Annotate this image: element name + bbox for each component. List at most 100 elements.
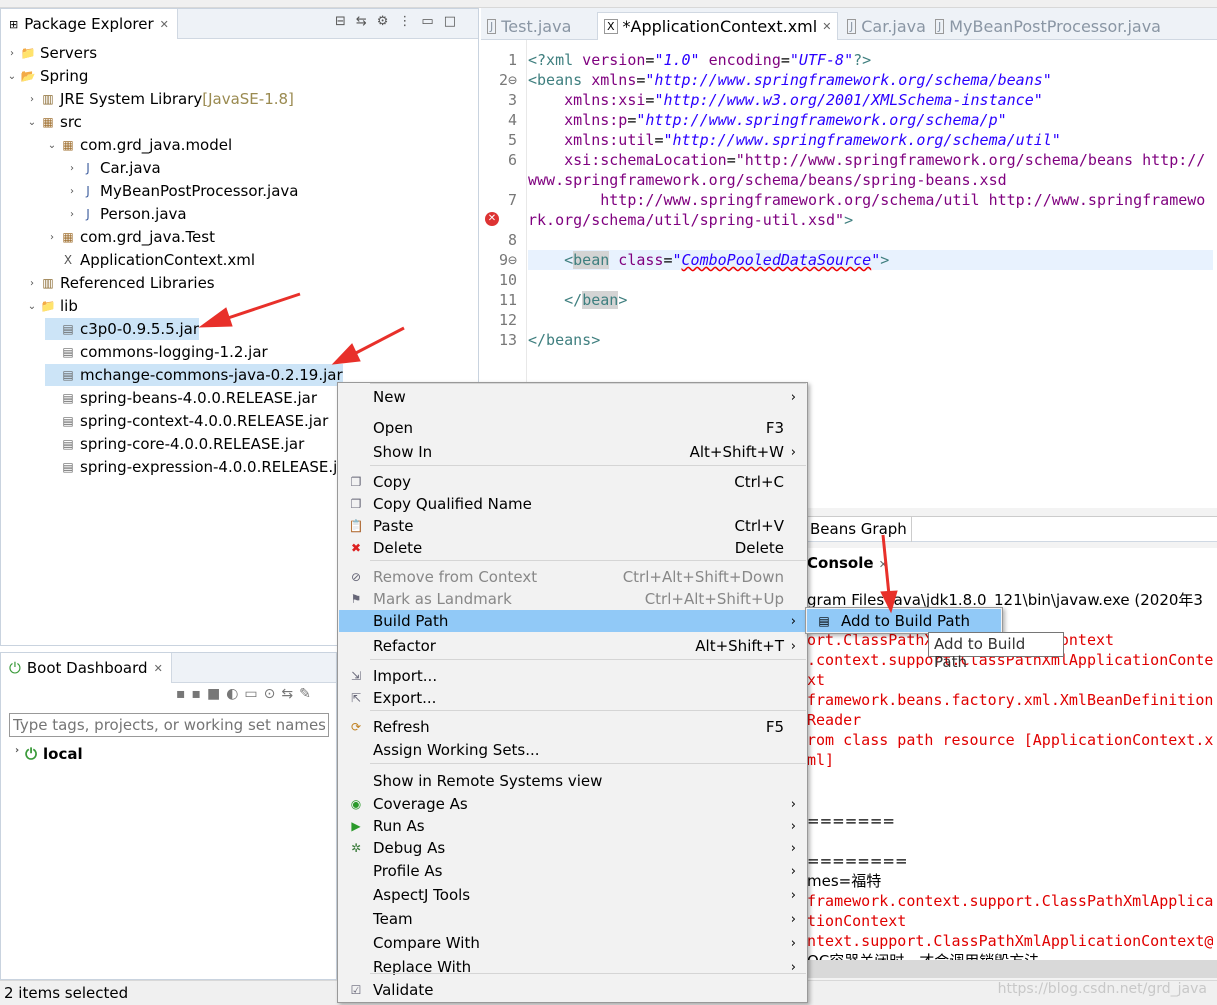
tree-item[interactable]: ▤ spring-beans-4.0.0.RELEASE.jar: [45, 387, 317, 409]
tree-item[interactable]: ⌄ 📂 Spring: [5, 65, 89, 87]
menu-item-show-in[interactable]: Show In Alt+Shift+W ›: [339, 441, 806, 463]
chevron-right-icon[interactable]: ›: [65, 209, 79, 220]
menu-item-copy[interactable]: ❐ Copy Ctrl+C: [339, 471, 806, 493]
paste-icon: 📋: [348, 519, 364, 533]
copy-icon: ❐: [350, 475, 362, 489]
package-icon: ▦: [62, 138, 74, 152]
package-icon: ▦: [62, 230, 74, 244]
tree-item[interactable]: › ▥ Referenced Libraries: [25, 272, 215, 294]
chevron-down-icon[interactable]: ⌄: [25, 117, 39, 128]
chevron-down-icon[interactable]: ⌄: [45, 140, 59, 151]
tab-console[interactable]: Console ✕: [807, 554, 888, 572]
tree-item[interactable]: › ▥ JRE System Library [JavaSE-1.8]: [25, 88, 294, 110]
tree-item[interactable]: ▤ spring-expression-4.0.0.RELEASE.jar: [45, 456, 352, 478]
chevron-right-icon[interactable]: ›: [65, 186, 79, 197]
tree-item[interactable]: › ▦ com.grd_java.Test: [45, 226, 215, 248]
view-toolbar-icons[interactable]: ⊟⇆⚙⋮▭□: [335, 14, 466, 29]
line-number: 12: [498, 311, 517, 329]
filter-input[interactable]: [9, 713, 329, 737]
menu-item-refresh[interactable]: ⟳ Refresh F5: [339, 716, 806, 738]
menu-item-coverage-as[interactable]: ◉ Coverage As ›: [339, 793, 806, 815]
xml-file-icon: X: [604, 19, 618, 34]
code-row: 11 </bean>: [481, 290, 1217, 310]
shortcut: Ctrl+V: [734, 517, 784, 535]
tree-item[interactable]: ▤ mchange-commons-java-0.2.19.jar: [45, 364, 343, 386]
debug-icon: ✲: [350, 841, 362, 855]
tree-item[interactable]: ▤ c3p0-0.9.5.5.jar: [45, 318, 200, 340]
close-icon[interactable]: ✕: [160, 18, 169, 31]
tree-item[interactable]: X ApplicationContext.xml: [45, 249, 255, 271]
tree-item[interactable]: › J Person.java: [65, 203, 187, 225]
menu-item-refactor[interactable]: Refactor Alt+Shift+T ›: [339, 635, 806, 657]
tree-item[interactable]: ▤ spring-core-4.0.0.RELEASE.jar: [45, 433, 304, 455]
local-target[interactable]: › ⏻ local: [15, 745, 83, 763]
menu-item-paste[interactable]: 📋 Paste Ctrl+V: [339, 515, 806, 537]
tab-package-explorer[interactable]: ⊞ Package Explorer ✕: [1, 9, 178, 39]
tab-boot-dashboard[interactable]: ⏻ Boot Dashboard ✕: [1, 653, 172, 683]
chevron-right-icon[interactable]: ›: [45, 232, 59, 243]
menu-item-open[interactable]: Open F3: [339, 417, 806, 439]
line-number: 6: [507, 151, 517, 169]
menu-item-show-in-remote-systems-view[interactable]: Show in Remote Systems view: [339, 770, 806, 792]
editor-tab[interactable]: X *ApplicationContext.xml ✕: [597, 12, 839, 40]
chevron-down-icon[interactable]: ⌄: [5, 71, 19, 82]
tree-item[interactable]: › 📁 Servers: [5, 42, 97, 64]
tree-item-label: c3p0-0.9.5.5.jar: [80, 320, 200, 338]
menu-item-compare-with[interactable]: Compare With ›: [339, 932, 806, 954]
dashboard-toolbar-icons[interactable]: ▪▪■◐▭⊙⇆✎: [176, 686, 317, 702]
tree-item[interactable]: ⌄ ▦ src: [25, 111, 82, 133]
menu-item-profile-as[interactable]: Profile As ›: [339, 860, 806, 882]
editor-tab[interactable]: J MyBeanPostProcessor.java: [929, 12, 1167, 40]
shortcut: Ctrl+Alt+Shift+Down: [622, 568, 784, 586]
tree-item-label: MyBeanPostProcessor.java: [100, 182, 299, 200]
chevron-right-icon[interactable]: ›: [5, 48, 19, 59]
editor-tab[interactable]: J Car.java: [841, 12, 932, 40]
java-file-icon: J: [487, 18, 497, 34]
tree-item[interactable]: ▤ spring-context-4.0.0.RELEASE.jar: [45, 410, 328, 432]
tree-item[interactable]: ⌄ 📁 lib: [25, 295, 78, 317]
console-line: rom class path resource [ApplicationCont…: [807, 731, 1214, 769]
menu-item-aspectj-tools[interactable]: AspectJ Tools ›: [339, 884, 806, 906]
close-icon[interactable]: ✕: [879, 558, 888, 571]
menu-item-remove-from-context[interactable]: ⊘ Remove from Context Ctrl+Alt+Shift+Down: [339, 566, 806, 588]
editor-tab[interactable]: J Test.java: [481, 12, 577, 40]
tree-item-label: com.grd_java.Test: [80, 228, 215, 246]
chevron-down-icon[interactable]: ⌄: [25, 301, 39, 312]
tree-item-label: Referenced Libraries: [60, 274, 215, 292]
code-line: <?xml version="1.0" encoding="UTF-8"?>: [528, 51, 872, 69]
menu-item-run-as[interactable]: ▶ Run As ›: [339, 815, 806, 837]
tree-item[interactable]: ⌄ ▦ com.grd_java.model: [45, 134, 232, 156]
menu-item-mark-as-landmark[interactable]: ⚑ Mark as Landmark Ctrl+Alt+Shift+Up: [339, 588, 806, 610]
code-line: http://www.springframework.org/schema/ut…: [528, 191, 1206, 229]
menu-item-build-path[interactable]: Build Path ›: [339, 610, 806, 632]
menu-item-add-to-build-path[interactable]: ▤ Add to Build Path: [807, 609, 1001, 632]
menu-item-copy-qualified-name[interactable]: ❐ Copy Qualified Name: [339, 493, 806, 515]
line-number: 4: [507, 111, 517, 129]
menu-item-delete[interactable]: ✖ Delete Delete: [339, 537, 806, 559]
code-row: 5 xmlns:util="http://www.springframework…: [481, 130, 1217, 150]
chevron-right-icon[interactable]: ›: [25, 278, 39, 289]
menu-item-replace-with[interactable]: Replace With ›: [339, 956, 806, 978]
menu-item-new[interactable]: New ›: [339, 386, 806, 408]
tab-beans-graph[interactable]: Beans Graph: [806, 517, 912, 542]
menu-item-assign-working-sets[interactable]: Assign Working Sets...: [339, 739, 806, 761]
menu-item-team[interactable]: Team ›: [339, 908, 806, 930]
tree-item[interactable]: › J Car.java: [65, 157, 161, 179]
shortcut: Ctrl+Alt+Shift+Up: [644, 590, 784, 608]
chevron-right-icon[interactable]: ›: [65, 163, 79, 174]
menu-separator: [370, 659, 806, 660]
menu-item-validate[interactable]: ☑ Validate: [339, 979, 806, 1001]
menu-item-debug-as[interactable]: ✲ Debug As ›: [339, 837, 806, 859]
chevron-right-icon[interactable]: ›: [25, 94, 39, 105]
error-marker-icon[interactable]: ✕: [485, 212, 499, 226]
menu-item-import[interactable]: ⇲ Import...: [339, 665, 806, 687]
spring-boot-icon: ⏻: [9, 659, 21, 677]
tree-item[interactable]: › J MyBeanPostProcessor.java: [65, 180, 299, 202]
close-icon[interactable]: ✕: [822, 20, 831, 33]
close-icon[interactable]: ✕: [154, 662, 163, 675]
menu-item-export[interactable]: ⇱ Export...: [339, 687, 806, 709]
chevron-right-icon: ›: [790, 887, 796, 903]
tree-item[interactable]: ▤ commons-logging-1.2.jar: [45, 341, 267, 363]
